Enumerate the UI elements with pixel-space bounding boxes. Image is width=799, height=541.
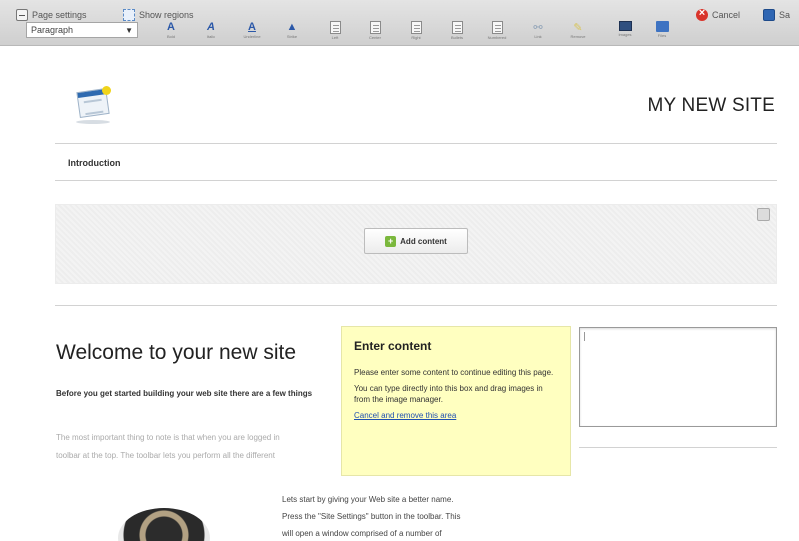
- files-tool[interactable]: Files: [651, 21, 673, 43]
- site-logo: [74, 86, 114, 126]
- numbered-tool-label: Numbered: [487, 35, 507, 40]
- italic-tool[interactable]: A Italic: [200, 21, 222, 43]
- regions-icon: [123, 9, 135, 21]
- intro-text: Before you get started building your web…: [56, 389, 313, 398]
- page-heading: Welcome to your new site: [56, 341, 297, 364]
- image-icon: [618, 21, 632, 31]
- region-divider: [55, 305, 777, 306]
- align-center-tool-label: Center: [368, 35, 381, 40]
- tooltip-instructions: You can type directly into this box and …: [354, 384, 543, 404]
- cancel-icon: [696, 7, 708, 21]
- link-icon: ⚯: [533, 21, 543, 34]
- para2-line: Press the "Site Settings" button in the …: [282, 512, 461, 521]
- numbered-icon: [491, 21, 503, 34]
- bold-tool-label: Bold: [166, 34, 175, 39]
- add-content-label: Add content: [400, 236, 447, 246]
- add-icon: +: [385, 235, 397, 247]
- underline-tool-label: Underline: [243, 34, 261, 39]
- text-cursor: [584, 332, 585, 341]
- align-center-icon: [369, 21, 381, 34]
- tooltip-message: Please enter some content to continue ed…: [354, 368, 554, 377]
- cancel-button[interactable]: Cancel: [696, 6, 740, 24]
- link-tool[interactable]: ⚯ Link: [527, 21, 549, 43]
- link-tool-label: Link: [534, 34, 542, 39]
- sun-icon: [102, 86, 111, 95]
- italic-icon: A: [207, 21, 215, 33]
- remove-link-tool-label: Remove: [570, 34, 586, 39]
- underline-icon: A: [248, 21, 256, 33]
- save-button[interactable]: Sa: [763, 6, 790, 24]
- align-left-tool[interactable]: Left: [324, 21, 346, 43]
- bullets-icon: [451, 21, 463, 34]
- images-tool[interactable]: Images: [614, 21, 636, 43]
- align-right-tool-label: Right: [411, 35, 421, 40]
- strike-tool[interactable]: ▲ Strike: [281, 21, 303, 43]
- align-right-icon: [410, 21, 422, 34]
- nav-divider: [55, 180, 777, 181]
- bold-tool[interactable]: A Bold: [160, 21, 182, 43]
- show-regions-label: Show regions: [139, 10, 194, 20]
- tooltip-title: Enter content: [354, 339, 432, 353]
- para2-line: Lets start by giving your Web site a bet…: [282, 495, 454, 504]
- body-line: toolbar at the top. The toolbar lets you…: [56, 451, 275, 460]
- nav-item-introduction[interactable]: Introduction: [68, 158, 121, 168]
- bullets-tool-label: Bullets: [450, 35, 463, 40]
- second-paragraph: Lets start by giving your Web site a bet…: [282, 491, 528, 541]
- format-select-value: Paragraph: [31, 25, 74, 35]
- content-image: [118, 508, 210, 541]
- images-tool-label: Images: [618, 32, 632, 37]
- underline-tool[interactable]: A Underline: [241, 21, 263, 43]
- folder-icon: [655, 21, 669, 32]
- align-center-tool[interactable]: Center: [364, 21, 386, 43]
- save-icon: [763, 9, 775, 21]
- header-divider: [55, 143, 777, 144]
- save-label: Sa: [779, 10, 791, 20]
- strike-tool-label: Strike: [286, 34, 298, 39]
- italic-tool-label: Italic: [206, 34, 216, 39]
- content-editor-input[interactable]: [579, 327, 777, 427]
- cancel-remove-area-link[interactable]: Cancel and remove this area: [354, 411, 558, 420]
- sidebar-divider: [579, 447, 777, 448]
- body-paragraph: The most important thing to note is that…: [56, 429, 344, 465]
- align-right-tool[interactable]: Right: [405, 21, 427, 43]
- settings-icon: [16, 9, 28, 21]
- numbered-tool[interactable]: Numbered: [486, 21, 508, 43]
- bold-icon: A: [167, 21, 175, 33]
- cancel-label: Cancel: [712, 10, 741, 20]
- strike-icon: ▲: [286, 21, 298, 33]
- body-line: The most important thing to note is that…: [56, 433, 280, 442]
- enter-content-tooltip: Enter content Please enter some content …: [341, 326, 571, 476]
- region-toggle-icon[interactable]: [757, 208, 770, 221]
- bullets-tool[interactable]: Bullets: [446, 21, 468, 43]
- para2-line: will open a window comprised of a number…: [282, 529, 442, 538]
- align-left-tool-label: Left: [331, 35, 339, 40]
- format-select[interactable]: Paragraph ▼: [26, 22, 138, 38]
- add-content-button[interactable]: + Add content: [364, 228, 468, 254]
- remove-link-tool[interactable]: ✎ Remove: [567, 21, 589, 43]
- remove-link-icon: ✎: [573, 21, 583, 34]
- page-settings-label: Page settings: [32, 10, 87, 20]
- align-left-icon: [329, 21, 341, 34]
- files-tool-label: Files: [657, 33, 667, 38]
- chevron-down-icon: ▼: [125, 26, 133, 35]
- site-title: MY NEW SITE: [647, 95, 775, 116]
